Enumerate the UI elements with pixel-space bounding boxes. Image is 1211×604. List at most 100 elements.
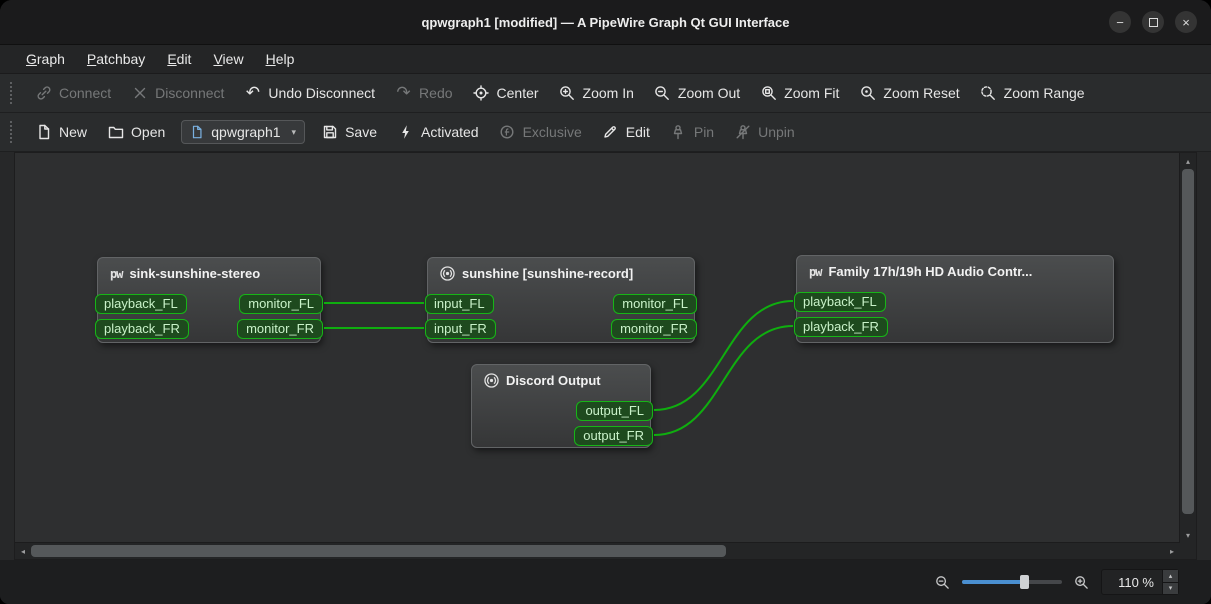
undo-disconnect-label: Undo Disconnect [268, 85, 376, 101]
node-header: Discord Output [472, 365, 650, 388]
title-bar[interactable]: qpwgraph1 [modified] — A PipeWire Graph … [0, 0, 1211, 45]
zoom-fit-label: Zoom Fit [784, 85, 840, 101]
input-port[interactable]: input_FL [425, 294, 494, 314]
input-port[interactable]: playback_FL [794, 292, 886, 312]
output-port[interactable]: monitor_FR [237, 319, 323, 339]
patchbay-file-icon [190, 125, 204, 139]
graph-canvas[interactable]: pw sink-sunshine-stereo playback_FL playbac… [15, 153, 1180, 543]
menu-help[interactable]: Help [256, 48, 305, 70]
activated-label: Activated [421, 124, 479, 140]
spin-up-icon: ▴ [1168, 572, 1173, 580]
menu-view[interactable]: View [203, 48, 253, 70]
center-icon [473, 85, 490, 102]
output-port[interactable]: monitor_FL [613, 294, 697, 314]
graph-view: pw sink-sunshine-stereo playback_FL playbac… [14, 152, 1197, 560]
zoom-slider[interactable] [962, 574, 1062, 590]
node-title: Family 17h/19h HD Audio Contr... [828, 264, 1033, 279]
input-port[interactable]: playback_FR [95, 319, 189, 339]
menu-patchbay[interactable]: Patchbay [77, 48, 155, 70]
zoom-range-icon [980, 85, 997, 102]
zoom-out-button[interactable]: Zoom Out [645, 80, 749, 107]
zoom-reset-button[interactable]: Zoom Reset [850, 80, 968, 107]
output-port[interactable]: monitor_FL [239, 294, 323, 314]
new-file-icon [35, 124, 52, 141]
input-port[interactable]: input_FR [425, 319, 496, 339]
redo-button[interactable]: ↷ Redo [386, 80, 461, 107]
undo-disconnect-button[interactable]: ↶ Undo Disconnect [235, 80, 384, 107]
output-port[interactable]: monitor_FR [611, 319, 697, 339]
unpin-label: Unpin [758, 124, 795, 140]
spin-down-icon: ▾ [1168, 585, 1173, 593]
zoom-spinbox[interactable]: 110 % ▴ ▾ [1101, 569, 1179, 595]
status-bar: 110 % ▴ ▾ [0, 560, 1211, 604]
unpin-button[interactable]: Unpin [725, 119, 804, 146]
disconnect-button[interactable]: Disconnect [122, 80, 233, 107]
scroll-up-icon[interactable]: ▴ [1180, 153, 1196, 169]
zoom-range-label: Zoom Range [1003, 85, 1085, 101]
vertical-scrollbar-thumb[interactable] [1182, 169, 1194, 514]
spin-up-button[interactable]: ▴ [1163, 570, 1178, 583]
horizontal-scrollbar-thumb[interactable] [31, 545, 726, 557]
patchbay-combobox[interactable]: qpwgraph1 ▾ [181, 120, 306, 144]
close-icon: × [1182, 14, 1190, 30]
zoom-in-small-icon[interactable] [1074, 575, 1089, 590]
activated-button[interactable]: Activated [388, 119, 488, 146]
center-label: Center [496, 85, 539, 101]
toolbar-file: New Open qpwgraph1 ▾ Save Activated Excl… [0, 113, 1211, 152]
zoom-value: 110 % [1118, 574, 1154, 590]
toolbar-handle[interactable] [10, 121, 17, 143]
node-title: sunshine [sunshine-record] [462, 266, 634, 281]
zoom-fit-button[interactable]: Zoom Fit [751, 80, 848, 107]
scrollbar-corner [1180, 543, 1196, 559]
save-label: Save [345, 124, 377, 140]
output-port[interactable]: output_FR [574, 426, 653, 446]
connections-layer [323, 300, 794, 436]
exclusive-button[interactable]: Exclusive [490, 119, 591, 146]
save-button[interactable]: Save [312, 119, 386, 146]
zoom-out-small-icon[interactable] [935, 575, 950, 590]
graph-node[interactable]: Discord Output output_FL output_FR [471, 364, 653, 448]
pin-icon [670, 124, 687, 141]
pin-button[interactable]: Pin [661, 119, 723, 146]
open-label: Open [131, 124, 166, 140]
minimize-button[interactable]: − [1109, 11, 1131, 33]
zoom-slider-handle[interactable] [1020, 575, 1029, 589]
pipewire-icon: pw [110, 266, 123, 281]
open-button[interactable]: Open [98, 119, 174, 146]
node-title: sink-sunshine-stereo [129, 266, 261, 281]
close-button[interactable]: × [1175, 11, 1197, 33]
menu-graph[interactable]: Graph [16, 48, 75, 70]
vertical-scrollbar[interactable]: ▴ ▾ [1179, 153, 1196, 543]
zoom-out-label: Zoom Out [677, 85, 741, 101]
zoom-in-button[interactable]: Zoom In [550, 80, 643, 107]
maximize-button[interactable] [1142, 11, 1164, 33]
window-title: qpwgraph1 [modified] — A PipeWire Graph … [421, 14, 790, 30]
maximize-icon [1148, 17, 1158, 27]
input-port[interactable]: playback_FL [95, 294, 187, 314]
edit-button[interactable]: Edit [593, 119, 659, 146]
scroll-down-icon[interactable]: ▾ [1180, 527, 1196, 543]
connect-button[interactable]: Connect [26, 80, 120, 107]
activated-bolt-icon [397, 124, 414, 141]
input-port[interactable]: playback_FR [794, 317, 888, 337]
center-button[interactable]: Center [464, 80, 548, 107]
speaker-icon [440, 266, 455, 281]
scroll-left-icon[interactable]: ◂ [15, 543, 31, 559]
zoom-range-button[interactable]: Zoom Range [971, 80, 1094, 107]
redo-icon: ↷ [396, 82, 411, 103]
horizontal-scrollbar[interactable]: ◂ ▸ [15, 542, 1180, 559]
spin-down-button[interactable]: ▾ [1163, 582, 1178, 594]
output-port[interactable]: output_FL [576, 401, 653, 421]
menu-edit[interactable]: Edit [157, 48, 201, 70]
toolbar-handle[interactable] [10, 82, 17, 104]
new-button[interactable]: New [26, 119, 96, 146]
zoom-in-label: Zoom In [582, 85, 634, 101]
graph-node[interactable]: pw sink-sunshine-stereo playback_FLplaybac… [95, 257, 323, 343]
graph-node[interactable]: pw Family 17h/19h HD Audio Contr... playba… [794, 255, 1114, 343]
toolbar-main: Connect Disconnect ↶ Undo Disconnect ↷ R… [0, 74, 1211, 113]
scroll-right-icon[interactable]: ▸ [1164, 543, 1180, 559]
open-folder-icon [107, 124, 124, 141]
pin-label: Pin [693, 124, 715, 140]
menu-bar: Graph Patchbay Edit View Help [0, 45, 1211, 74]
graph-node[interactable]: sunshine [sunshine-record] input_FL input_… [425, 257, 697, 343]
